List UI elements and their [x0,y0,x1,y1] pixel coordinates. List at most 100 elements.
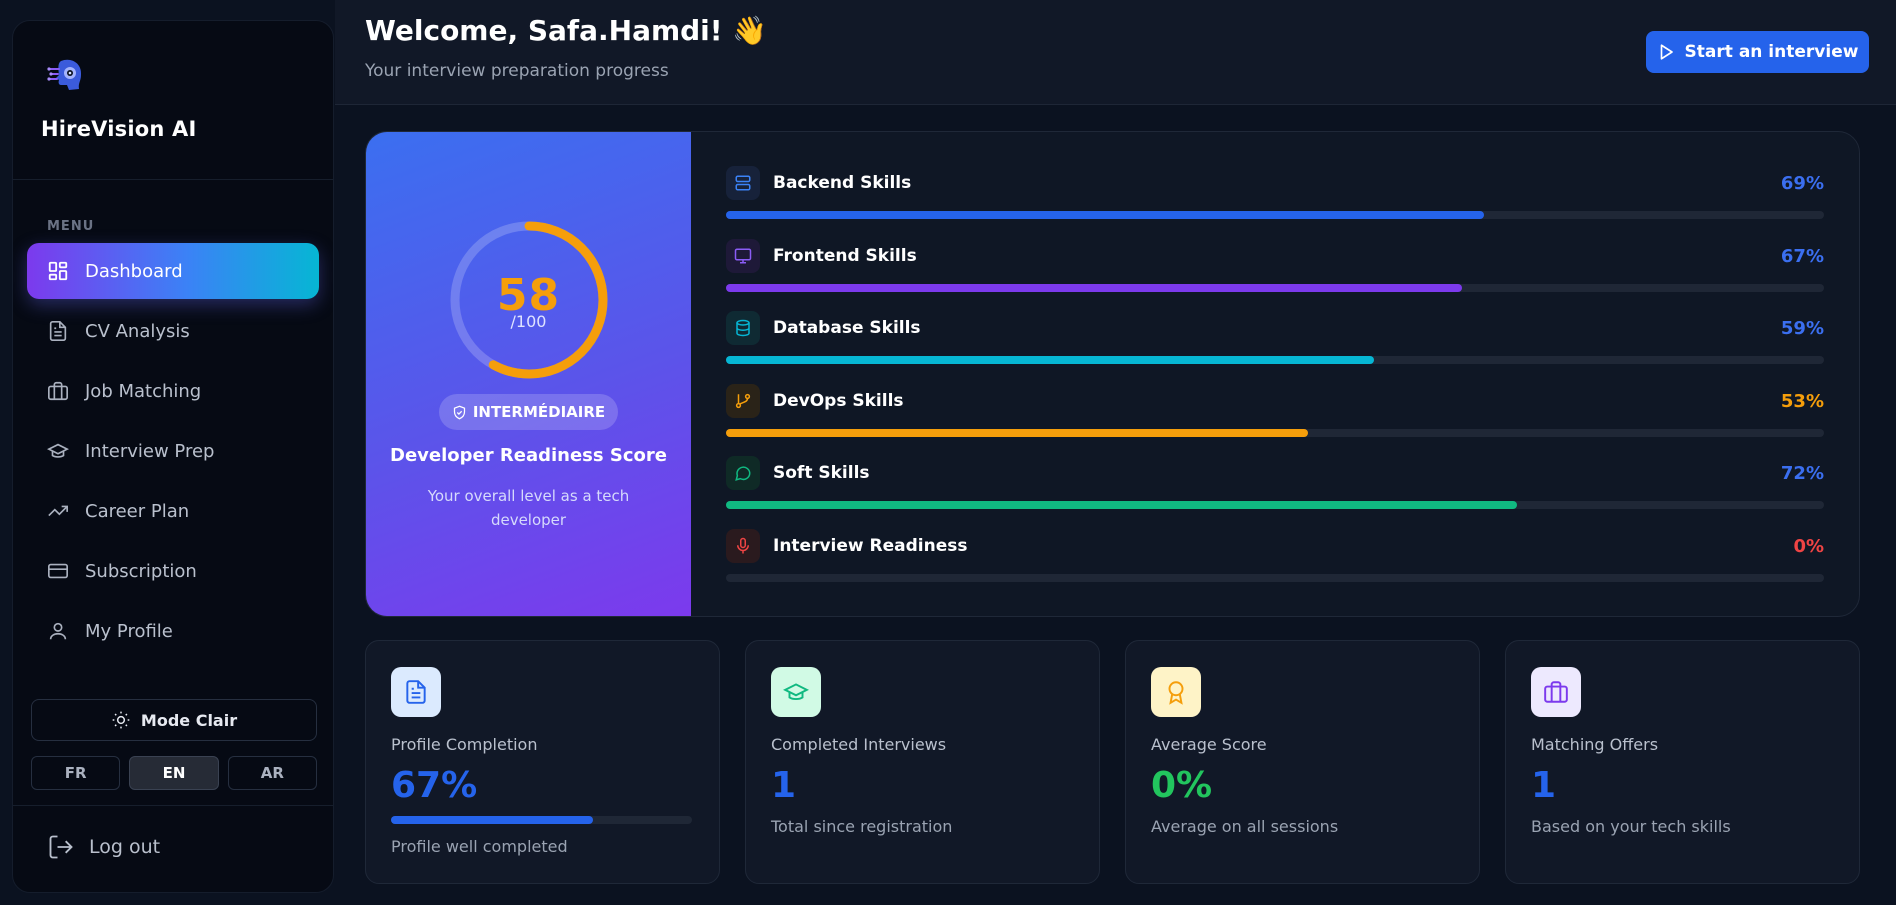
stat-label: Average Score [1151,735,1267,754]
sidebar-item-my-profile[interactable]: My Profile [27,603,319,659]
sidebar-item-label: Interview Prep [85,440,215,462]
score-panel: 58 /100 INTERMÉDIAIRE Developer Readines… [366,132,691,616]
sidebar: HireVision AI MENU Dashboard CV Analysis… [12,20,334,893]
welcome-title: Welcome, Safa.Hamdi! 👋 [365,14,768,47]
menu-label: MENU [47,219,95,234]
sidebar-item-label: Career Plan [85,500,190,522]
score-title: Developer Readiness Score [390,445,667,466]
skill-progress-fill [726,501,1517,509]
stat-card-average-score: Average Score 0% Average on all sessions [1125,640,1480,884]
skill-progress-track [726,211,1824,219]
level-label: INTERMÉDIAIRE [472,403,606,421]
robot-head-logo-icon [47,55,87,95]
logout-label: Log out [89,836,161,858]
git-branch-icon [726,383,760,418]
sidebar-item-label: My Profile [85,620,173,642]
stat-value: 1 [771,765,797,806]
language-fr-button[interactable]: FR [31,756,121,790]
skill-row-interview-readiness: Interview Readiness 0% [726,528,1824,602]
briefcase-icon [47,380,69,402]
level-badge: INTERMÉDIAIRE [439,394,618,430]
skill-row-backend: Backend Skills 69% [726,166,1824,239]
page-subtitle: Your interview preparation progress [365,61,669,81]
logout-button[interactable]: Log out [47,833,160,861]
brand-name: HireVision AI [41,117,197,141]
chat-bubble-icon [726,456,760,490]
graduation-cap-icon [771,667,821,717]
skill-progress-track [726,283,1824,292]
skill-percent: 67% [1780,245,1824,267]
score-max: /100 [510,312,547,331]
sidebar-item-cv-analysis[interactable]: CV Analysis [27,303,319,359]
stat-value: 1 [1531,765,1557,806]
document-icon [47,320,69,342]
database-icon [726,311,760,345]
stat-card-matching-offers: Matching Offers 1 Based on your tech ski… [1505,640,1860,884]
start-interview-label: Start an interview [1684,42,1859,62]
sidebar-item-label: Dashboard [85,260,183,282]
stat-card-profile-completion: Profile Completion 67% Profile well comp… [365,640,720,884]
briefcase-icon [1531,667,1581,717]
stat-subtext: Based on your tech skills [1531,817,1731,836]
skill-name: Backend Skills [773,173,912,193]
skill-name: Soft Skills [773,463,870,483]
stat-value: 0% [1151,765,1213,806]
logout-icon [47,833,75,861]
profile-progress-track [391,816,692,824]
skill-row-devops: DevOps Skills 53% [726,383,1824,457]
trending-up-icon [47,500,69,522]
shield-check-icon [452,405,467,420]
sidebar-divider [13,805,333,806]
sidebar-item-subscription[interactable]: Subscription [27,543,319,599]
stat-subtext: Average on all sessions [1151,817,1339,836]
stat-label: Completed Interviews [771,735,947,754]
sidebar-item-interview-prep[interactable]: Interview Prep [27,423,319,479]
user-icon [47,620,69,642]
profile-progress-fill [391,816,593,824]
skill-progress-fill [726,211,1484,219]
skill-progress-track [726,428,1824,437]
mode-label: Mode Clair [140,710,238,730]
stat-value: 67% [391,765,478,806]
stat-label: Matching Offers [1531,735,1659,754]
skills-list: Backend Skills 69% Frontend Skills 67% D… [726,166,1824,601]
skill-progress-track [726,356,1824,364]
dashboard-icon [47,260,69,282]
monitor-icon [726,238,760,273]
server-icon [726,166,760,200]
credit-card-icon [47,560,69,582]
skill-percent: 53% [1780,390,1824,412]
score-description: Your overall level as a tech developer [427,487,630,529]
light-mode-toggle[interactable]: Mode Clair [31,699,317,741]
skill-name: DevOps Skills [773,390,904,411]
skill-percent: 72% [1780,463,1824,484]
skill-progress-fill [726,428,1308,437]
stats-row: Profile Completion 67% Profile well comp… [365,640,1860,884]
readiness-score-card: 58 /100 INTERMÉDIAIRE Developer Readines… [365,131,1860,617]
skill-progress-track [726,501,1824,509]
skill-row-database: Database Skills 59% [726,311,1824,384]
sidebar-item-career-plan[interactable]: Career Plan [27,483,319,539]
sidebar-item-job-matching[interactable]: Job Matching [27,363,319,419]
sidebar-item-label: Job Matching [85,380,202,402]
language-ar-button[interactable]: AR [227,756,317,790]
start-interview-button[interactable]: Start an interview [1646,31,1869,73]
skill-row-soft: Soft Skills 72% [726,456,1824,529]
language-en-button[interactable]: EN [129,756,219,790]
skill-row-frontend: Frontend Skills 67% [726,238,1824,312]
skill-percent: 69% [1780,173,1824,194]
skill-name: Frontend Skills [773,245,917,266]
skill-name: Database Skills [773,318,921,338]
skill-percent: 59% [1780,318,1824,339]
award-icon [1151,667,1201,717]
graduation-cap-icon [47,440,69,462]
sidebar-item-label: Subscription [85,560,197,582]
page-header: Welcome, Safa.Hamdi! 👋 Your interview pr… [335,0,1896,105]
skill-progress-fill [726,283,1462,292]
skill-progress-track [726,573,1824,582]
stat-label: Profile Completion [391,735,538,754]
sidebar-item-dashboard[interactable]: Dashboard [27,243,319,299]
sidebar-nav: Dashboard CV Analysis Job Matching Inter… [27,243,319,663]
skill-progress-fill [726,356,1374,364]
sidebar-item-label: CV Analysis [85,320,190,342]
